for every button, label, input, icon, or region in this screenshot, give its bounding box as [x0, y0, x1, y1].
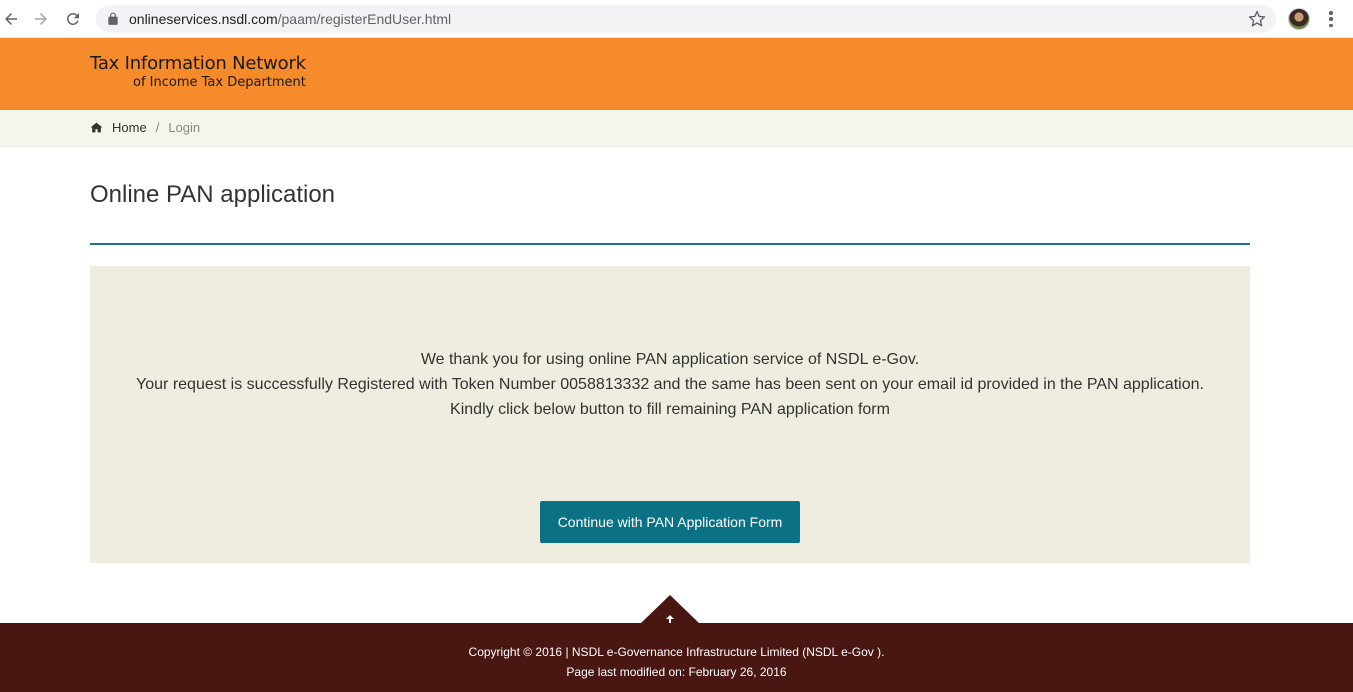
- url-host: onlineservices.nsdl.com: [129, 11, 278, 27]
- lock-icon: [108, 12, 118, 25]
- back-button[interactable]: [0, 8, 22, 30]
- forward-arrow-icon: [35, 13, 47, 25]
- forward-button[interactable]: [30, 8, 52, 30]
- breadcrumb-current: Login: [168, 120, 201, 135]
- address-bar[interactable]: onlineservices.nsdl.com/paam/registerEnd…: [96, 5, 1276, 33]
- footer-copyright: Copyright © 2016 | NSDL e-Governance Inf…: [468, 645, 885, 659]
- confirmation-panel: We thank you for using online PAN applic…: [90, 266, 1250, 563]
- back-arrow-icon: [5, 13, 17, 25]
- message-line-instruction: Kindly click below button to fill remain…: [450, 401, 890, 418]
- url-text: onlineservices.nsdl.com/paam/registerEnd…: [129, 11, 451, 27]
- site-footer: Copyright © 2016 | NSDL e-Governance Inf…: [0, 623, 1353, 692]
- page-title: Online PAN application: [90, 181, 336, 208]
- reload-button[interactable]: [62, 8, 84, 30]
- message-line-token: Your request is successfully Registered …: [136, 376, 1204, 393]
- logo-title: Tax Information Network: [90, 53, 306, 74]
- logo-subtitle: of Income Tax Department: [133, 75, 306, 90]
- profile-avatar[interactable]: [1288, 8, 1310, 30]
- breadcrumb-home-link[interactable]: Home: [112, 120, 147, 135]
- reload-icon: [66, 12, 79, 25]
- star-icon[interactable]: [1248, 10, 1266, 28]
- breadcrumb-bar: Home / Login: [0, 110, 1353, 147]
- site-header: Tax Information Network of Income Tax De…: [0, 38, 1353, 110]
- message-line-thanks: We thank you for using online PAN applic…: [420, 351, 920, 368]
- breadcrumb-separator: /: [155, 120, 160, 135]
- footer-last-modified: Page last modified on: February 26, 2016: [566, 665, 787, 679]
- home-icon[interactable]: [90, 121, 103, 134]
- confirmation-message: We thank you for using online PAN applic…: [90, 347, 1250, 422]
- title-divider: [90, 243, 1250, 245]
- tin-logo[interactable]: Tax Information Network of Income Tax De…: [90, 53, 306, 91]
- url-path: /paam/registerEndUser.html: [277, 11, 452, 27]
- continue-pan-form-button[interactable]: Continue with PAN Application Form: [540, 501, 800, 543]
- browser-toolbar: onlineservices.nsdl.com/paam/registerEnd…: [0, 0, 1353, 38]
- breadcrumb: Home / Login: [90, 120, 200, 135]
- more-menu-icon[interactable]: [1322, 9, 1340, 29]
